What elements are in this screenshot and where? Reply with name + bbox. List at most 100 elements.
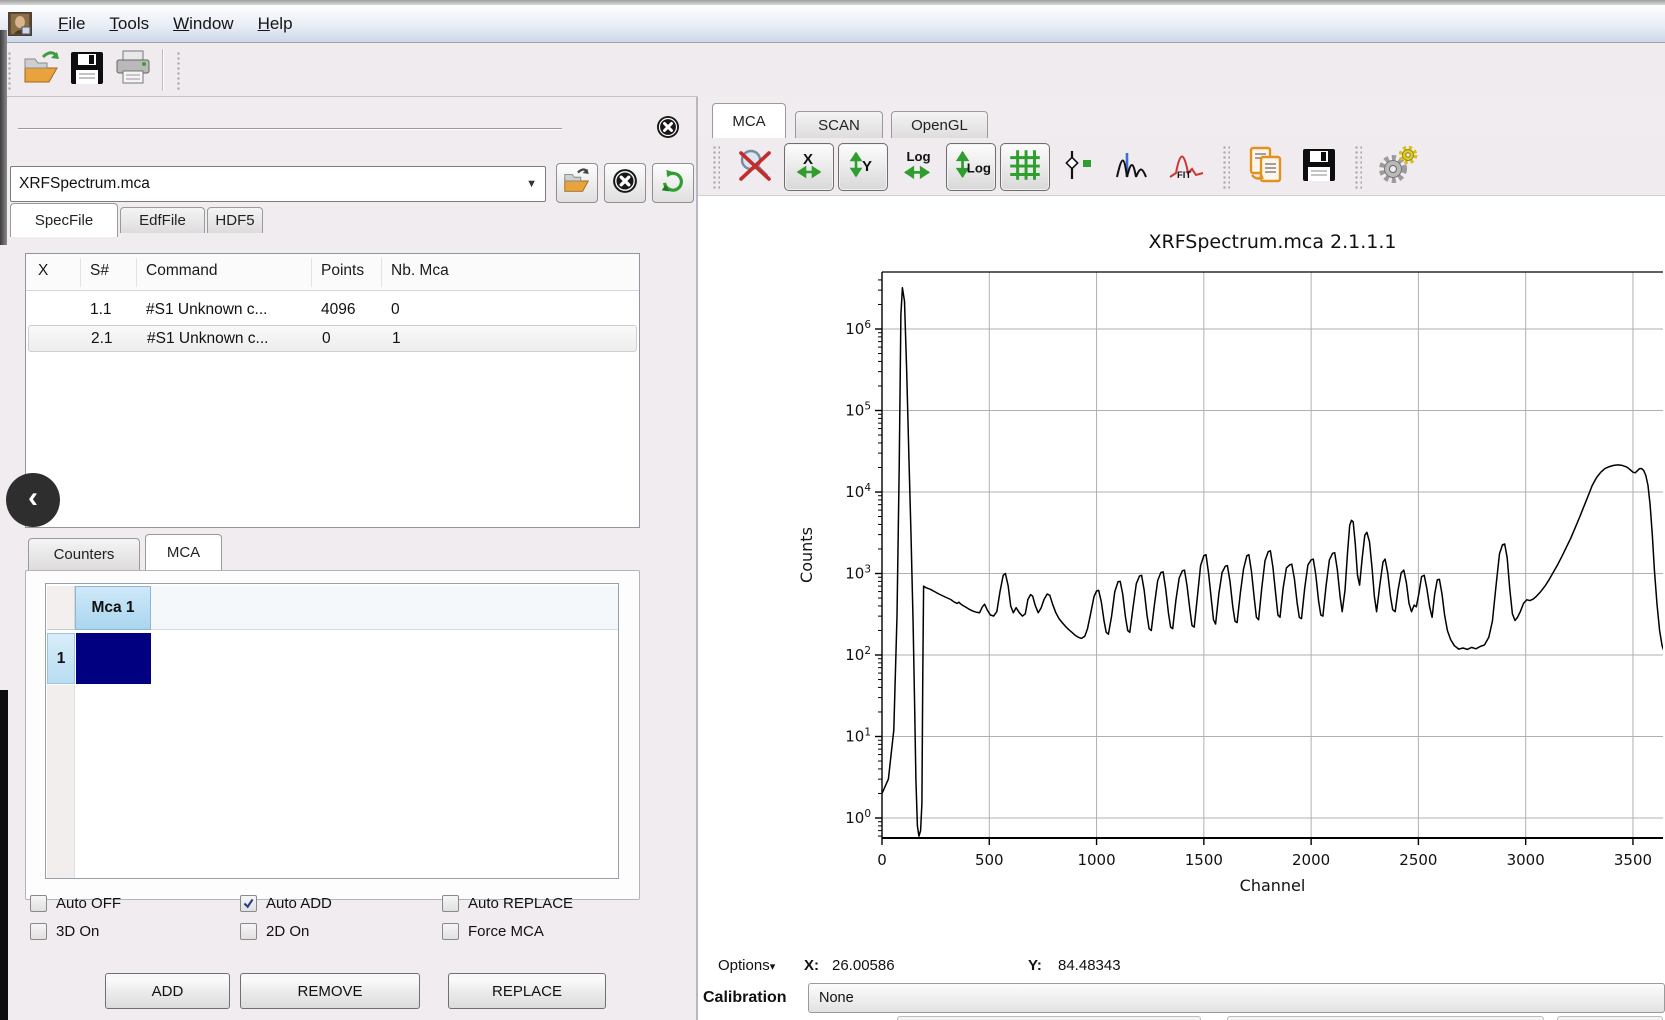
source-file-combobox[interactable]: XRFSpectrum.mca ▼ [10, 166, 546, 202]
button-label: REPLACE [492, 983, 562, 1000]
zoom-reset-icon [735, 145, 775, 189]
svg-text:1000: 1000 [1077, 851, 1115, 869]
column-divider [311, 258, 312, 287]
svg-text:X: X [803, 151, 813, 168]
checkbox-auto-off[interactable]: Auto OFF [30, 895, 121, 912]
scan-col-header[interactable]: Points [321, 262, 364, 280]
save-icon [68, 49, 106, 91]
x-log-button[interactable]: Log [892, 143, 942, 191]
zoom-reset-button[interactable] [730, 143, 780, 191]
svg-text:Log: Log [967, 160, 990, 175]
open-source-button[interactable] [556, 163, 598, 203]
tab-edffile[interactable]: EdfFile [120, 207, 205, 233]
bottom-button-cut[interactable] [1557, 1016, 1663, 1020]
plot-tab-scan[interactable]: SCAN [795, 111, 883, 138]
scan-list: X S# Command Points Nb. Mca 1.1#S1 Unknown c… [25, 253, 640, 528]
scan-row-2.1[interactable]: 2.1#S1 Unknown c...01 [28, 325, 637, 352]
checkbox-unchecked-icon [442, 895, 459, 912]
svg-text:102: 102 [845, 645, 871, 664]
checkbox-label: 2D On [266, 923, 309, 940]
roi-markers-button[interactable] [1054, 143, 1104, 191]
open-source-icon [561, 166, 593, 200]
mca-column-header[interactable]: Mca 1 [75, 586, 151, 630]
remove-button[interactable]: REMOVE [240, 973, 420, 1009]
y-axis-title: Counts [797, 527, 816, 583]
plot-tab-opengl[interactable]: OpenGL [891, 111, 988, 138]
scan-cell: 0 [322, 330, 331, 348]
checkbox-2d-on[interactable]: 2D On [240, 923, 309, 940]
menu-file[interactable]: File [46, 10, 97, 38]
scan-col-header[interactable]: Nb. Mca [391, 262, 449, 280]
close-panel-icon[interactable] [656, 115, 680, 139]
tab-specfile[interactable]: SpecFile [10, 203, 118, 237]
tab-label: SCAN [818, 117, 860, 134]
svg-text:2000: 2000 [1292, 851, 1330, 869]
plot-tab-mca[interactable]: MCA [712, 103, 786, 138]
add-button[interactable]: ADD [105, 973, 230, 1009]
save-plot-icon [1300, 146, 1338, 188]
menu-tools[interactable]: Tools [97, 10, 161, 38]
checkbox-unchecked-icon [240, 923, 257, 940]
checkbox-checked-icon [240, 895, 257, 912]
mca-row-header[interactable]: 1 [47, 633, 75, 684]
y-autoscale-button[interactable]: Y [838, 143, 888, 191]
menu-bar: FileToolsWindowHelp [0, 5, 1665, 43]
mca-header-strip [151, 586, 618, 630]
settings-gears-button[interactable] [1372, 143, 1422, 191]
bottom-button-cut[interactable] [1227, 1016, 1544, 1020]
x-autoscale-button[interactable]: X [784, 143, 834, 191]
app-logo-icon [8, 12, 32, 36]
peak-search-button[interactable] [1108, 143, 1158, 191]
checkbox-unchecked-icon [30, 895, 47, 912]
cursor-y-value: 84.48343 [1058, 957, 1121, 974]
source-browser-panel: XRFSpectrum.mca ▼ SpecFile EdfFileHDF5 X S… [0, 97, 696, 1020]
screen-edge [0, 30, 7, 245]
tab-label: MCA [732, 113, 765, 130]
tab-hdf5[interactable]: HDF5 [207, 207, 263, 233]
open-file-button[interactable] [18, 47, 64, 93]
calibration-combobox[interactable]: None [808, 983, 1665, 1013]
checkbox-auto-add[interactable]: Auto ADD [240, 895, 332, 912]
menu-window[interactable]: Window [161, 10, 245, 38]
reload-source-button[interactable] [652, 163, 694, 203]
print-button[interactable] [110, 47, 156, 93]
scan-col-header[interactable]: Command [146, 262, 218, 280]
copy-button[interactable] [1240, 143, 1290, 191]
grid-button[interactable] [1000, 143, 1050, 191]
mca-selected-cell[interactable] [76, 633, 151, 684]
plot-panel: MCA SCAN OpenGL X Y Log Log FIT 10010110210310… [698, 95, 1665, 1020]
svg-text:105: 105 [845, 401, 871, 420]
calibration-label: Calibration [703, 989, 787, 1007]
tab-label: SpecFile [35, 212, 93, 229]
roi-markers-icon [1061, 147, 1097, 187]
chevron-down-icon: ▼ [526, 178, 537, 190]
scan-col-header[interactable]: S# [90, 262, 109, 280]
menu-help[interactable]: Help [246, 10, 305, 38]
save-plot-button[interactable] [1294, 143, 1344, 191]
close-source-button[interactable] [604, 163, 646, 203]
scan-col-header[interactable]: X [38, 262, 48, 280]
screen-edge [0, 690, 8, 1020]
tab-counters[interactable]: Counters [28, 538, 140, 570]
options-menu-button[interactable]: Options▾ [718, 957, 775, 974]
scan-row-1.1[interactable]: 1.1#S1 Unknown c...40960 [28, 297, 637, 324]
checkbox-3d-on[interactable]: 3D On [30, 923, 99, 940]
spectrum-plot[interactable]: 1001011021031041051060500100015002000250… [698, 196, 1665, 1020]
svg-text:Y: Y [862, 158, 872, 175]
y-log-button[interactable]: Log [946, 143, 996, 191]
x-axis-title: Channel [1240, 876, 1306, 895]
column-divider [136, 258, 137, 287]
fit-button[interactable]: FIT [1162, 143, 1212, 191]
svg-text:3000: 3000 [1507, 851, 1545, 869]
checkbox-force-mca[interactable]: Force MCA [442, 923, 544, 940]
replace-button[interactable]: REPLACE [448, 973, 606, 1009]
tab-mca[interactable]: MCA [145, 534, 222, 570]
checkbox-auto-replace[interactable]: Auto REPLACE [442, 895, 573, 912]
bottom-button-cut[interactable] [897, 1016, 1201, 1020]
toolbar-separator [162, 49, 163, 91]
options-label: Options [718, 957, 770, 974]
checkbox-label: Auto ADD [266, 895, 332, 912]
mca-row-header-label: 1 [57, 650, 66, 668]
collapse-panel-button[interactable]: ‹ [6, 473, 60, 527]
save-button[interactable] [64, 47, 110, 93]
